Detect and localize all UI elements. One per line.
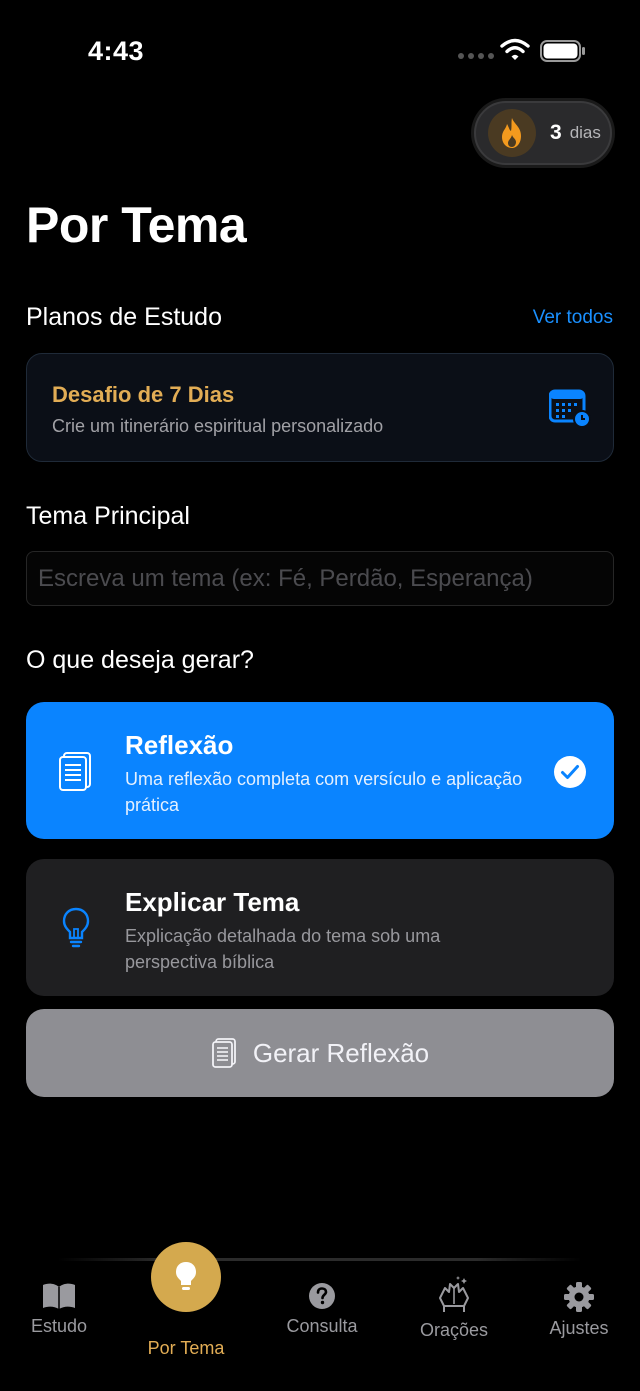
option-description: Uma reflexão completa com versículo e ap… — [125, 769, 523, 815]
tab-label: Estudo — [30, 1316, 88, 1336]
book-icon — [43, 1283, 75, 1309]
generate-button-label: Gerar Reflexão — [252, 1037, 430, 1068]
main-theme-heading: Tema Principal — [26, 502, 190, 530]
question-circle-icon — [309, 1283, 335, 1309]
page-title: Por Tema — [26, 197, 247, 253]
praying-hands-icon — [439, 1276, 469, 1312]
fire-icon — [488, 109, 536, 157]
tab-label: Por Tema — [147, 1338, 225, 1358]
tab-bar: Estudo Por Tema Consulta Orações Ajustes — [0, 1242, 640, 1391]
generate-options-heading: O que deseja gerar? — [26, 646, 254, 674]
tab-por-tema[interactable]: Por Tema — [122, 1242, 250, 1378]
document-icon — [59, 752, 91, 791]
tab-estudo[interactable]: Estudo — [20, 1282, 98, 1337]
status-bar: 4:43 — [0, 0, 640, 100]
option-description: Explicação detalhada do tema sob uma per… — [125, 926, 441, 972]
battery-icon — [540, 40, 585, 62]
theme-input[interactable] — [26, 551, 614, 606]
option-explain-theme[interactable]: Explicar Tema Explicação detalhada do te… — [26, 859, 614, 996]
gear-icon — [564, 1282, 594, 1312]
option-reflection[interactable]: Reflexão Uma reflexão completa com versí… — [26, 702, 614, 839]
streak-count: 3 — [550, 121, 562, 144]
tab-label: Orações — [419, 1320, 489, 1340]
study-plans-heading: Planos de Estudo — [26, 303, 222, 331]
tab-oracoes[interactable]: Orações — [412, 1276, 496, 1341]
status-time: 4:43 — [88, 36, 145, 66]
calendar-clock-icon — [549, 389, 591, 428]
wifi-icon — [500, 38, 530, 60]
lightbulb-icon — [62, 907, 90, 948]
tab-label: Consulta — [286, 1316, 358, 1336]
plan-title: Desafio de 7 Dias — [52, 382, 235, 407]
tab-consulta[interactable]: Consulta — [280, 1282, 364, 1337]
plan-subtitle: Crie um itinerário espiritual personaliz… — [52, 416, 384, 436]
streak-badge[interactable]: 3 dias — [474, 101, 612, 165]
see-all-link[interactable]: Ver todos — [533, 307, 613, 329]
lightbulb-icon — [151, 1242, 221, 1312]
option-title: Explicar Tema — [125, 887, 300, 917]
tab-label: Ajustes — [549, 1318, 609, 1338]
checkmark-circle-icon — [554, 756, 586, 788]
study-plan-card[interactable]: Desafio de 7 Dias Crie um itinerário esp… — [26, 353, 614, 462]
generate-button[interactable]: Gerar Reflexão — [26, 1009, 614, 1097]
document-icon — [211, 1038, 236, 1068]
tab-ajustes[interactable]: Ajustes — [540, 1282, 618, 1339]
cellular-signal-icon — [458, 53, 494, 59]
streak-unit: dias — [569, 123, 601, 142]
option-title: Reflexão — [125, 730, 234, 760]
